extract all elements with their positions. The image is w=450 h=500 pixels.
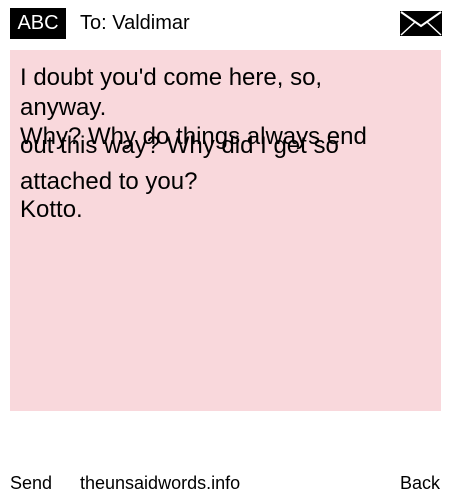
site-label: theunsaidwords.info bbox=[80, 473, 241, 493]
input-mode-badge[interactable]: ABC bbox=[10, 8, 66, 39]
message-line: out this way? Why did I get so bbox=[20, 132, 339, 159]
envelope-icon bbox=[400, 11, 442, 36]
compose-header: ABC To: Valdimar bbox=[0, 0, 450, 46]
message-line: attached to you? bbox=[20, 168, 198, 195]
back-button[interactable]: Back bbox=[400, 468, 440, 498]
softkey-bar: Send theunsaidwords.info Back bbox=[0, 468, 450, 498]
send-button[interactable]: Send bbox=[10, 468, 52, 498]
message-line: anyway. bbox=[20, 94, 107, 121]
message-signature: Kotto. bbox=[20, 196, 83, 223]
recipient-field[interactable]: To: Valdimar bbox=[80, 10, 190, 36]
message-body[interactable]: I doubt you'd come here, so, anyway. Why… bbox=[10, 50, 441, 411]
message-line: I doubt you'd come here, so, bbox=[20, 64, 323, 91]
